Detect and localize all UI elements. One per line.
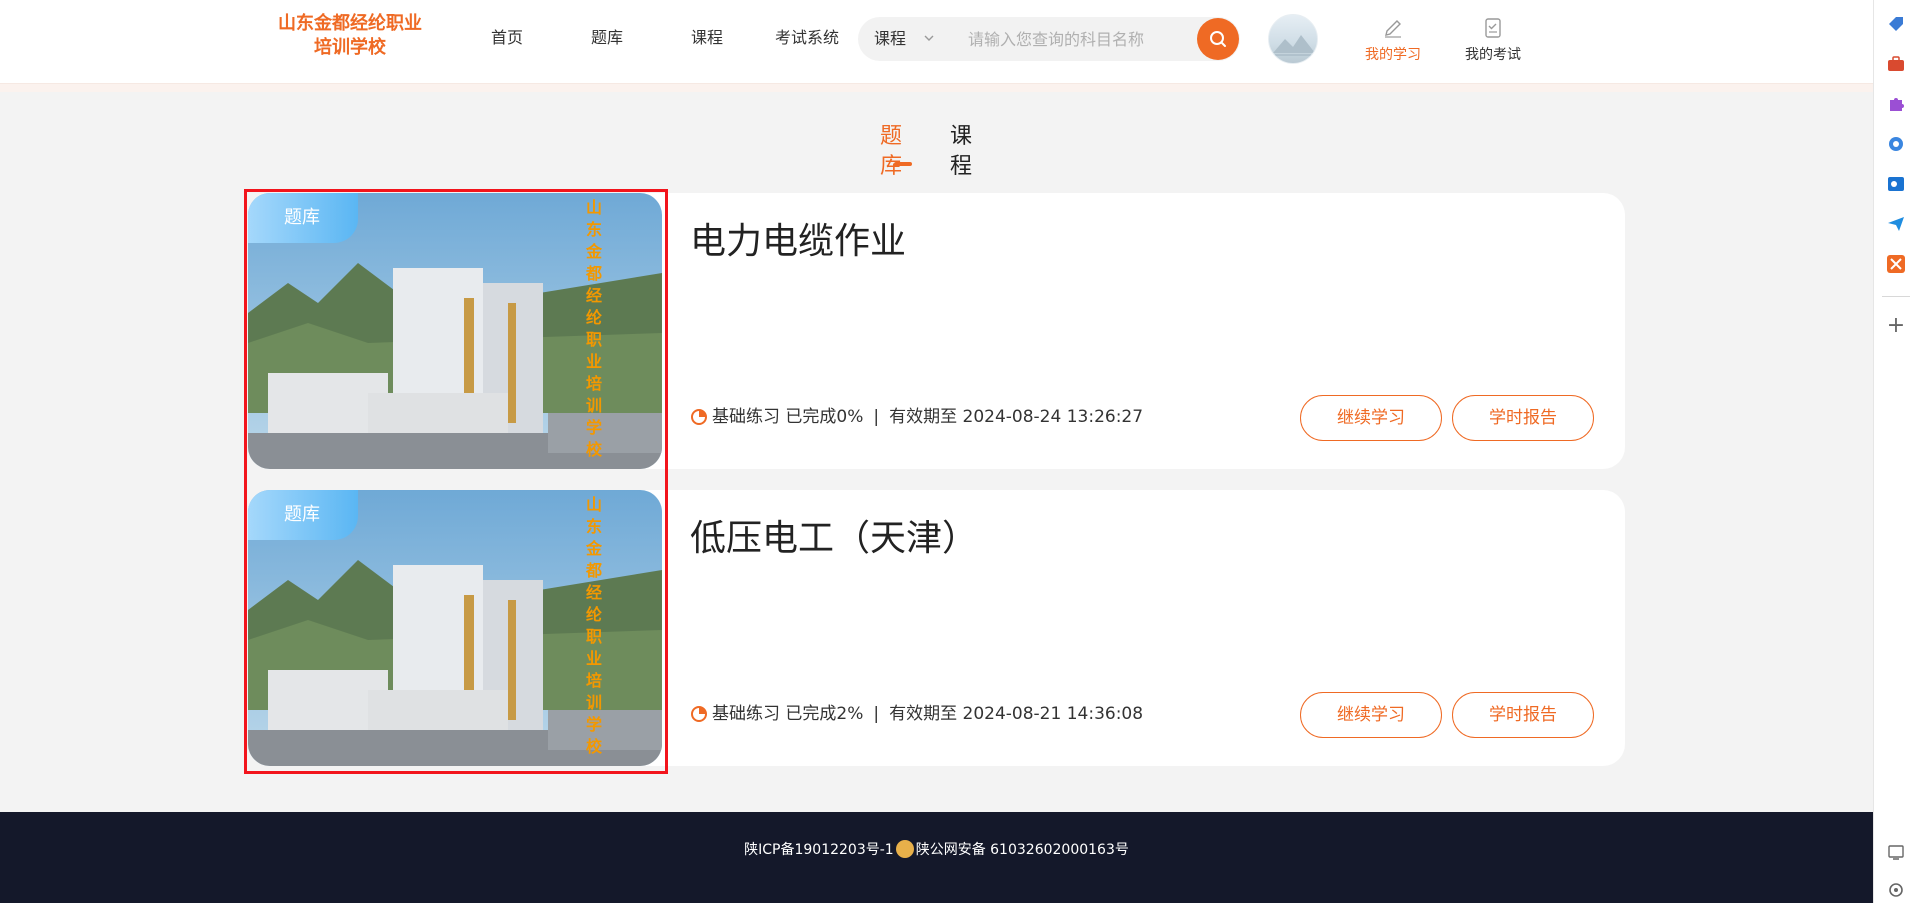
continue-study-button[interactable]: 继续学习 bbox=[1300, 692, 1442, 738]
course-card: 题库 山东金都经纶职业培训学校 电力电缆作业 基础练习 已完成0% | 有效期至… bbox=[248, 193, 1625, 469]
my-exam-label: 我的考试 bbox=[1465, 47, 1521, 63]
progress-text: 基础练习 已完成2% bbox=[712, 704, 864, 724]
screenshot-icon[interactable] bbox=[1886, 842, 1906, 862]
separator: | bbox=[873, 407, 880, 427]
expiry-text: 有效期至 2024-08-21 14:36:08 bbox=[889, 704, 1144, 724]
tools-icon[interactable] bbox=[1886, 254, 1906, 274]
icp-record[interactable]: 陕ICP备19012203号-1 bbox=[744, 842, 894, 858]
search-icon bbox=[1210, 31, 1226, 47]
progress-info: 基础练习 已完成0% | 有效期至 2024-08-24 13:26:27 bbox=[690, 405, 1143, 429]
course-card: 题库 山东金都经纶职业培训学校 低压电工（天津） 基础练习 已完成2% | 有效… bbox=[248, 490, 1625, 766]
avatar-mountain-icon bbox=[1273, 35, 1315, 56]
course-thumbnail[interactable]: 题库 山东金都经纶职业培训学校 bbox=[248, 490, 662, 766]
expiry-text: 有效期至 2024-08-24 13:26:27 bbox=[889, 407, 1144, 427]
separator: | bbox=[873, 704, 880, 724]
sidebar-separator bbox=[1882, 296, 1910, 297]
progress-pie-icon bbox=[691, 409, 707, 425]
search-type-value: 课程 bbox=[874, 29, 907, 48]
course-title[interactable]: 电力电缆作业 bbox=[690, 219, 906, 265]
tag-icon[interactable] bbox=[1886, 14, 1906, 34]
chevron-down-icon[interactable] bbox=[922, 31, 936, 45]
logo-line1: 山东金都经纶职业 bbox=[278, 13, 422, 34]
category-badge: 题库 bbox=[248, 490, 358, 540]
police-badge-icon bbox=[895, 840, 914, 858]
checklist-icon bbox=[1485, 18, 1501, 38]
nav-exam-system[interactable]: 考试系统 bbox=[775, 24, 839, 52]
nav-question-bank[interactable]: 题库 bbox=[591, 24, 623, 52]
search-input[interactable] bbox=[968, 17, 1188, 61]
my-study-label: 我的学习 bbox=[1365, 47, 1421, 63]
tab-question-bank[interactable]: 题库 bbox=[880, 122, 902, 182]
nav-course[interactable]: 课程 bbox=[691, 24, 723, 52]
page: 山东金都经纶职业 培训学校 首页 题库 课程 考试系统 课程 请输入您查询的科目… bbox=[0, 0, 1873, 903]
nav-home[interactable]: 首页 bbox=[491, 24, 523, 52]
my-study-link[interactable]: 我的学习 bbox=[1353, 16, 1433, 64]
progress-text: 基础练习 已完成0% bbox=[712, 407, 864, 427]
active-tab-indicator bbox=[894, 162, 912, 166]
tab-course[interactable]: 课程 bbox=[950, 122, 972, 182]
puzzle-icon[interactable] bbox=[1886, 94, 1906, 114]
school-logo[interactable]: 山东金都经纶职业 培训学校 bbox=[260, 12, 440, 60]
progress-pie-icon bbox=[691, 706, 707, 722]
footer-text: 陕ICP备19012203号-1 陕公网安备 61032602000163号 bbox=[0, 840, 1873, 860]
search-bar: 课程 bbox=[858, 17, 1240, 61]
police-record[interactable]: 陕公网安备 61032602000163号 bbox=[916, 842, 1129, 858]
outlook-icon[interactable] bbox=[1886, 174, 1906, 194]
search-type-select[interactable]: 课程 bbox=[874, 17, 906, 61]
add-icon[interactable]: + bbox=[1886, 315, 1906, 337]
study-hours-report-button[interactable]: 学时报告 bbox=[1452, 692, 1594, 738]
progress-info: 基础练习 已完成2% | 有效期至 2024-08-21 14:36:08 bbox=[690, 702, 1143, 726]
pencil-icon bbox=[1385, 20, 1401, 38]
course-thumbnail[interactable]: 题库 山东金都经纶职业培训学校 bbox=[248, 193, 662, 469]
header-band bbox=[0, 84, 1873, 92]
send-icon[interactable] bbox=[1886, 214, 1906, 234]
category-badge: 题库 bbox=[248, 193, 358, 243]
copilot-icon[interactable] bbox=[1886, 134, 1906, 154]
gear-icon[interactable] bbox=[1886, 880, 1906, 900]
study-hours-report-button[interactable]: 学时报告 bbox=[1452, 395, 1594, 441]
search-button[interactable] bbox=[1197, 18, 1239, 60]
browser-sidebar: + bbox=[1873, 0, 1917, 903]
avatar[interactable] bbox=[1268, 14, 1318, 64]
logo-line2: 培训学校 bbox=[314, 37, 386, 58]
course-title[interactable]: 低压电工（天津） bbox=[690, 516, 978, 562]
my-exam-link[interactable]: 我的考试 bbox=[1453, 16, 1533, 64]
building-sign-text: 山东金都经纶职业培训学校 bbox=[585, 495, 602, 756]
footer: 陕ICP备19012203号-1 陕公网安备 61032602000163号 bbox=[0, 812, 1873, 903]
toolbox-icon[interactable] bbox=[1886, 54, 1906, 74]
building-sign-text: 山东金都经纶职业培训学校 bbox=[585, 198, 602, 459]
top-header: 山东金都经纶职业 培训学校 首页 题库 课程 考试系统 课程 请输入您查询的科目… bbox=[0, 0, 1873, 84]
continue-study-button[interactable]: 继续学习 bbox=[1300, 395, 1442, 441]
